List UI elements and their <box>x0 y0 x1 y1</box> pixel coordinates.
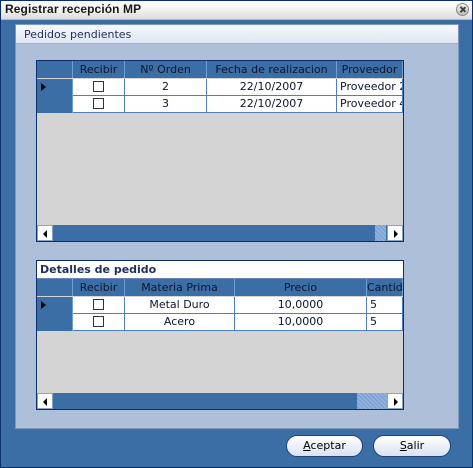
scroll-left-icon[interactable] <box>37 225 53 241</box>
column-header-recibir[interactable]: Recibir <box>73 279 125 296</box>
row-selector-header <box>37 279 73 296</box>
horizontal-scrollbar[interactable] <box>37 393 403 409</box>
row-selector[interactable] <box>37 96 73 113</box>
window-title: Registrar recepción MP <box>5 2 142 16</box>
proveedor-cell[interactable]: Proveedor 4 <box>337 96 403 113</box>
column-header-cantidad[interactable]: Cantidad <box>367 279 403 296</box>
cantidad-cell[interactable]: 5 <box>367 314 403 331</box>
details-grid-header: Recibir Materia Prima Precio Cantidad <box>37 279 403 296</box>
title-bar: Registrar recepción MP <box>1 1 472 20</box>
scroll-right-icon[interactable] <box>387 393 403 409</box>
materia-cell[interactable]: Acero <box>125 314 235 331</box>
close-icon[interactable] <box>456 3 469 16</box>
fecha-cell[interactable]: 22/10/2007 <box>207 96 337 113</box>
column-header-proveedor[interactable]: Proveedor <box>337 61 403 78</box>
column-header-fecha[interactable]: Fecha de realizacion <box>207 61 337 78</box>
precio-cell[interactable]: 10,0000 <box>235 314 367 331</box>
scroll-left-icon[interactable] <box>37 393 53 409</box>
recibir-checkbox-cell[interactable] <box>73 96 125 113</box>
scrollbar-thumb[interactable] <box>375 225 386 241</box>
panel-header: Pedidos pendientes <box>16 25 458 44</box>
table-row[interactable]: 2 22/10/2007 Proveedor 2 <box>37 79 403 96</box>
orden-cell[interactable]: 2 <box>125 79 207 96</box>
scroll-right-icon[interactable] <box>387 225 403 241</box>
scrollbar-thumb[interactable] <box>357 393 387 409</box>
orden-cell[interactable]: 3 <box>125 96 207 113</box>
orders-grid-header: Recibir Nº Orden Fecha de realizacion Pr… <box>37 61 403 78</box>
recibir-checkbox[interactable] <box>93 298 104 310</box>
recibir-checkbox[interactable] <box>93 97 104 109</box>
current-row-arrow-icon <box>41 83 46 91</box>
recibir-checkbox-cell[interactable] <box>73 314 125 331</box>
precio-cell[interactable]: 10,0000 <box>235 297 367 314</box>
row-selector[interactable] <box>37 79 73 96</box>
exit-label: alir <box>406 439 425 452</box>
current-row-arrow-icon <box>41 301 46 309</box>
details-grid: Detalles de pedido Recibir Materia Prima… <box>36 260 404 410</box>
row-selector-header <box>37 61 73 78</box>
row-selector[interactable] <box>37 297 73 314</box>
proveedor-cell[interactable]: Proveedor 2 <box>337 79 403 96</box>
horizontal-scrollbar[interactable] <box>37 225 403 241</box>
panel-title: Pedidos pendientes <box>24 28 132 41</box>
pending-orders-panel: Pedidos pendientes Recibir Nº Orden Fech… <box>15 24 459 429</box>
table-row[interactable]: Acero 10,0000 5 <box>37 314 403 331</box>
column-header-materia[interactable]: Materia Prima <box>125 279 235 296</box>
column-header-recibir[interactable]: Recibir <box>73 61 125 78</box>
fecha-cell[interactable]: 22/10/2007 <box>207 79 337 96</box>
exit-mnemonic: S <box>399 439 407 452</box>
table-row[interactable]: 3 22/10/2007 Proveedor 4 <box>37 96 403 113</box>
recibir-checkbox[interactable] <box>93 80 104 92</box>
accept-button[interactable]: Aceptar <box>286 435 363 457</box>
cantidad-cell[interactable]: 5 <box>367 297 403 314</box>
recibir-checkbox-cell[interactable] <box>73 79 125 96</box>
details-grid-title-bar: Detalles de pedido <box>37 261 403 279</box>
details-grid-title: Detalles de pedido <box>40 263 157 276</box>
window-body: Pedidos pendientes Recibir Nº Orden Fech… <box>5 21 470 465</box>
app-window: Registrar recepción MP Pedidos pendiente… <box>0 0 473 468</box>
column-header-orden[interactable]: Nº Orden <box>125 61 207 78</box>
materia-cell[interactable]: Metal Duro <box>125 297 235 314</box>
accept-label: ceptar <box>310 439 346 452</box>
column-header-precio[interactable]: Precio <box>235 279 367 296</box>
recibir-checkbox[interactable] <box>93 315 104 327</box>
orders-grid: Recibir Nº Orden Fecha de realizacion Pr… <box>36 60 404 242</box>
table-row[interactable]: Metal Duro 10,0000 5 <box>37 297 403 314</box>
recibir-checkbox-cell[interactable] <box>73 297 125 314</box>
row-selector[interactable] <box>37 314 73 331</box>
exit-button[interactable]: Salir <box>373 435 451 457</box>
